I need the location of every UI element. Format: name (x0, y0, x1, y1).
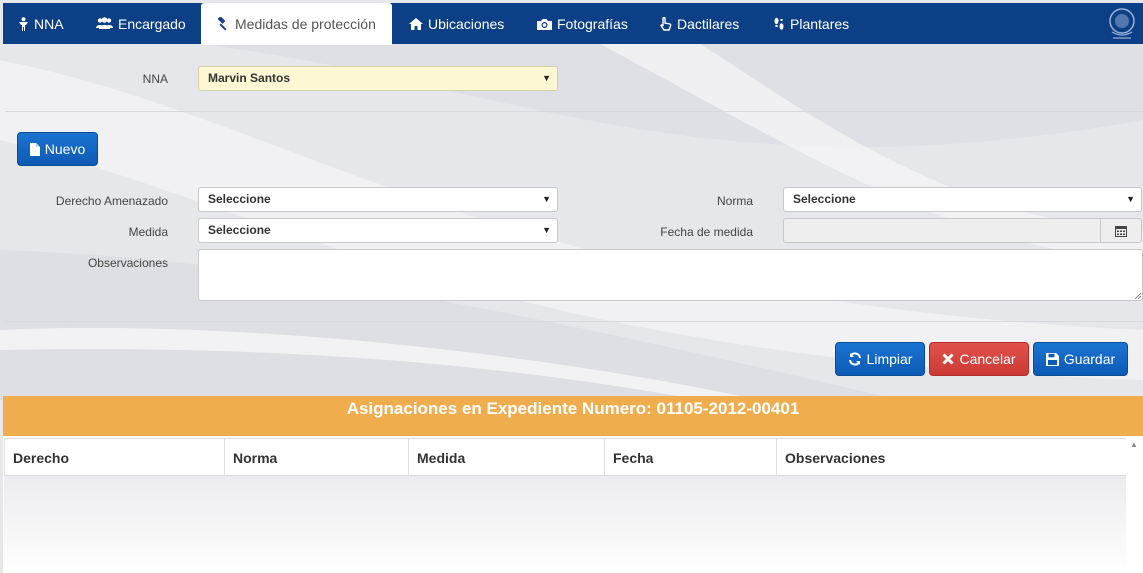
tab-encargado[interactable]: Encargado (96, 3, 186, 44)
calendar-icon (1115, 225, 1127, 237)
home-icon (409, 17, 423, 30)
limpiar-button[interactable]: Limpiar (835, 342, 925, 376)
derecho-select-value: Seleccione (208, 192, 271, 206)
dropdown-arrow-icon: ▼ (542, 225, 551, 235)
gavel-icon (217, 17, 227, 31)
scroll-up-arrow-icon[interactable]: ▲ (1130, 440, 1138, 449)
tab-fotografias-label: Fotografías (557, 15, 628, 32)
fecha-medida-label: Fecha de medida (660, 225, 753, 239)
nuevo-button-label: Nuevo (44, 141, 86, 157)
tab-plantares[interactable]: Plantares (773, 3, 849, 44)
derecho-amenazado-label: Derecho Amenazado (55, 194, 168, 208)
tab-medidas-proteccion[interactable]: Medidas de protección (201, 3, 392, 45)
expediente-banner-title: Asignaciones en Expediente Numero: 01105… (346, 399, 800, 418)
divider (5, 111, 1143, 112)
dropdown-arrow-icon: ▼ (542, 73, 551, 83)
dropdown-arrow-icon: ▼ (1126, 194, 1135, 204)
limpiar-button-label: Limpiar (866, 351, 913, 367)
top-nav: NNA Encargado Medidas de protección Ubic… (3, 3, 1143, 45)
nuevo-button[interactable]: Nuevo (17, 132, 98, 166)
medida-select[interactable]: Seleccione ▼ (198, 218, 558, 243)
fecha-medida-input[interactable] (783, 218, 1101, 243)
medida-label: Medida (128, 225, 168, 239)
guardar-button-label: Guardar (1063, 351, 1116, 367)
tab-nna-label: NNA (34, 15, 64, 32)
users-icon (96, 17, 113, 29)
derecho-amenazado-select[interactable]: Seleccione ▼ (198, 187, 558, 212)
guatemala-emblem-logo (1109, 8, 1135, 39)
observaciones-label: Observaciones (87, 256, 168, 270)
norma-select[interactable]: Seleccione ▼ (783, 187, 1142, 212)
resize-handle-icon[interactable] (1134, 292, 1141, 299)
hand-pointer-icon (660, 16, 672, 31)
divider (5, 321, 1143, 322)
column-header-observaciones[interactable]: Observaciones (776, 439, 1127, 477)
refresh-icon (848, 352, 861, 366)
column-header-derecho[interactable]: Derecho (5, 439, 224, 477)
camera-icon (537, 18, 552, 30)
tab-ubicaciones-label: Ubicaciones (428, 15, 505, 32)
column-header-fecha[interactable]: Fecha (604, 439, 776, 477)
file-icon (29, 142, 40, 156)
norma-label: Norma (716, 194, 753, 208)
table-header: Derecho Norma Medida Fecha Observaciones (4, 438, 1128, 477)
footprint-icon (774, 17, 784, 30)
person-icon (19, 16, 28, 31)
column-header-norma[interactable]: Norma (224, 439, 408, 477)
column-header-medida[interactable]: Medida (408, 439, 604, 477)
nna-select-value: Marvin Santos (208, 71, 291, 85)
cancelar-button[interactable]: Cancelar (929, 342, 1029, 376)
main-content: NNA Marvin Santos ▼ Nuevo Derecho Amenaz… (0, 44, 1143, 573)
norma-select-value: Seleccione (793, 192, 856, 206)
asignaciones-table: Derecho Norma Medida Fecha Observaciones… (3, 436, 1143, 573)
tab-encargado-label: Encargado (118, 15, 186, 32)
tab-ubicaciones[interactable]: Ubicaciones (409, 3, 504, 44)
cancelar-button-label: Cancelar (959, 351, 1016, 367)
tab-plantares-label: Plantares (790, 15, 850, 32)
tab-fotografias[interactable]: Fotografías (537, 3, 628, 44)
table-scrollbar[interactable]: ▲ (1126, 436, 1143, 573)
table-body (4, 476, 1128, 573)
nna-label: NNA (142, 72, 168, 86)
nna-select[interactable]: Marvin Santos ▼ (198, 66, 558, 91)
observaciones-textarea[interactable] (198, 249, 1143, 301)
floppy-save-icon (1045, 352, 1059, 366)
tab-medidas-label: Medidas de protección (235, 16, 376, 32)
expediente-banner: Asignaciones en Expediente Numero: 01105… (3, 396, 1143, 436)
tab-dactilares-label: Dactilares (677, 15, 740, 32)
tab-nna[interactable]: NNA (18, 3, 64, 44)
tab-dactilares[interactable]: Dactilares (660, 3, 739, 44)
dropdown-arrow-icon: ▼ (542, 194, 551, 204)
close-icon (942, 353, 955, 365)
calendar-button[interactable] (1101, 218, 1142, 243)
guardar-button[interactable]: Guardar (1033, 342, 1128, 376)
medida-select-value: Seleccione (208, 223, 271, 237)
